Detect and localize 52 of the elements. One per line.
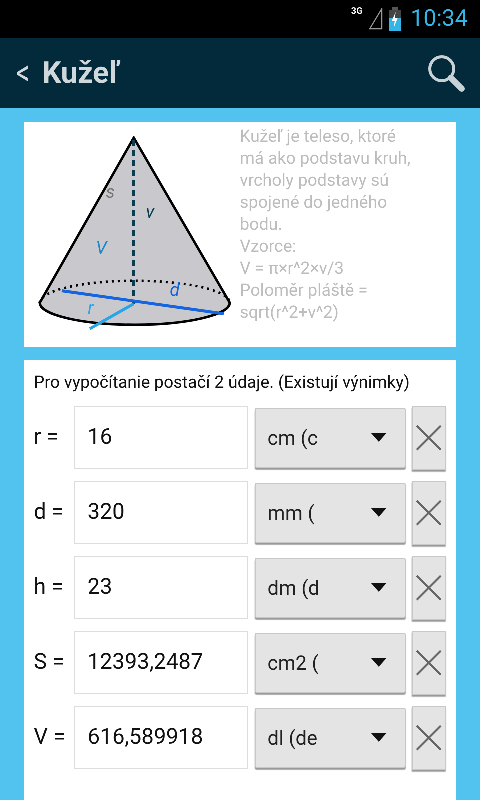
unit-dropdown[interactable]: dl (de <box>254 708 406 768</box>
signal-icon <box>368 8 383 30</box>
description-line: má ako podstavu kruh, <box>240 148 411 170</box>
description-line: V = π×r^2×v/3 <box>240 258 346 280</box>
value-field[interactable]: 16 <box>74 406 248 469</box>
diagram-label: V <box>96 240 108 258</box>
value-field[interactable]: 320 <box>74 481 248 544</box>
variable-label: V = <box>34 724 67 752</box>
unit-dropdown[interactable]: dm (d <box>254 558 406 618</box>
description-line: spojené do jedného <box>240 192 388 214</box>
hint-text: Pro vypočítanie postačí 2 údaje. (Existují výnimky) <box>34 372 411 394</box>
description-line: sqrt(r^2+v^2) <box>240 302 340 324</box>
close-icon <box>415 424 444 452</box>
close-icon <box>415 648 444 676</box>
search-button[interactable] <box>426 53 466 93</box>
description-line: Kužeľ je teleso, ktoré <box>240 126 398 148</box>
value-field[interactable]: 23 <box>74 556 248 619</box>
variable-label: S = <box>34 649 66 677</box>
close-icon <box>415 574 444 602</box>
caret-icon <box>371 433 388 442</box>
unit-dropdown[interactable]: cm (c <box>254 408 406 468</box>
variable-label: d = <box>34 499 65 527</box>
clear-button[interactable] <box>412 630 446 694</box>
diagram-label: s <box>106 184 116 202</box>
clear-button[interactable] <box>412 406 446 470</box>
diagram-label: r <box>88 300 94 318</box>
screen-title: Kužeľ <box>42 54 120 92</box>
clear-button[interactable] <box>412 556 446 620</box>
diagram-label: d <box>170 282 180 300</box>
variable-label: h = <box>34 574 65 602</box>
caret-icon <box>371 733 388 742</box>
variable-label: r = <box>34 424 60 452</box>
close-icon <box>415 498 444 526</box>
close-icon <box>415 724 444 752</box>
battery-icon <box>388 7 401 31</box>
unit-dropdown[interactable]: cm2 ( <box>254 632 406 692</box>
value-field[interactable]: 12393,2487 <box>74 631 248 694</box>
caret-icon <box>371 508 388 517</box>
clock: 10:34 <box>410 4 468 34</box>
clear-button[interactable] <box>412 480 446 544</box>
back-button[interactable]: < <box>16 55 30 91</box>
caret-icon <box>371 583 388 592</box>
description-line: bodu. <box>240 214 284 236</box>
description-line: vrcholy podstavy sú <box>240 170 390 192</box>
description-line: Vzorce: <box>240 236 298 258</box>
clear-button[interactable] <box>412 706 446 770</box>
caret-icon <box>371 658 388 667</box>
network-label: 3G <box>351 6 363 19</box>
unit-dropdown[interactable]: mm ( <box>254 482 406 542</box>
diagram-label: v <box>146 204 154 222</box>
description-line: Poloměr pláště = <box>240 280 369 302</box>
value-field[interactable]: 616,589918 <box>74 706 248 769</box>
